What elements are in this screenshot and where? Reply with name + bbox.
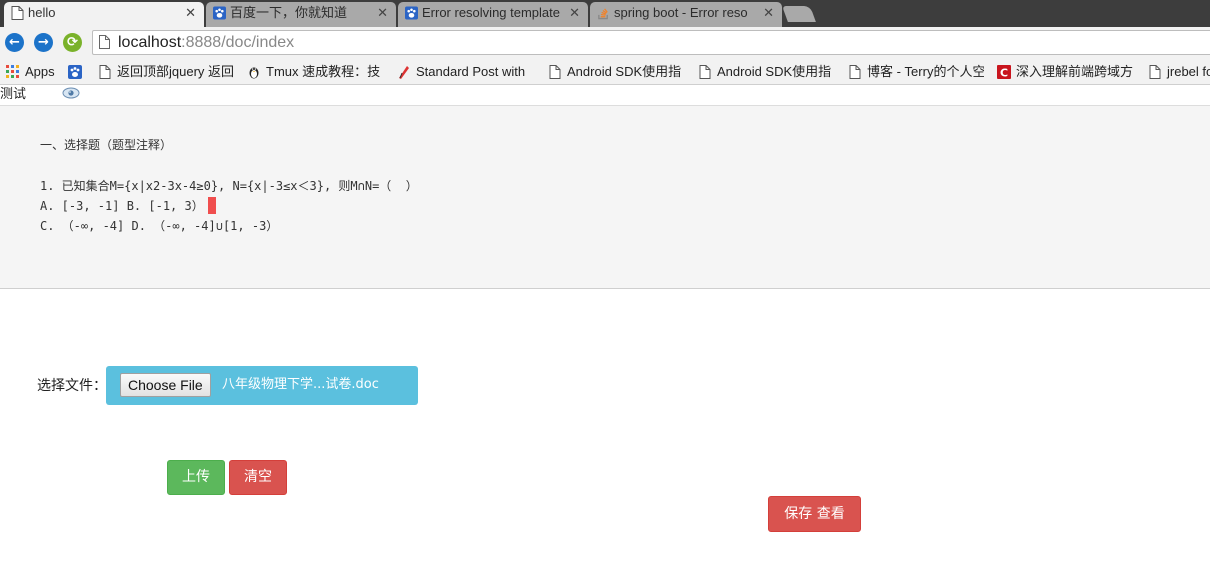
tux-icon	[249, 67, 259, 79]
bookmark-android-sdk-1[interactable]: Android SDK使用指	[548, 61, 684, 83]
section-heading: 一、选择题（题型注释）	[40, 138, 173, 152]
bookmark-jquery[interactable]: 返回顶部jquery 返回	[98, 61, 236, 83]
tab-title: 百度一下，你就知道	[230, 5, 348, 20]
page-nav: 测试	[0, 85, 1210, 105]
bookmark-apps[interactable]: Apps	[6, 61, 61, 83]
new-tab-button[interactable]	[782, 6, 816, 22]
close-icon[interactable]: ✕	[185, 2, 196, 24]
bookmark-label: Standard Post with	[416, 64, 526, 79]
selected-file-name: 八年级物理下学...试卷.doc	[222, 377, 379, 392]
svg-text:C: C	[1000, 67, 1008, 80]
forward-button[interactable]: →	[34, 33, 53, 52]
tab-title: Error resolving template	[422, 5, 560, 20]
close-icon[interactable]: ✕	[569, 2, 580, 24]
stackoverflow-icon	[598, 8, 608, 20]
page-icon	[1149, 65, 1161, 79]
bookmark-jrebel[interactable]: jrebel fo	[1148, 61, 1210, 83]
baidu-paw-icon	[405, 6, 418, 20]
tab-baidu[interactable]: 百度一下，你就知道 ✕	[206, 2, 396, 27]
nav-link-test[interactable]: 测试	[0, 85, 26, 105]
baidu-paw-icon	[68, 65, 82, 79]
bookmark-tmux[interactable]: Tmux 速成教程：技	[247, 61, 383, 83]
page-icon	[11, 6, 24, 20]
text-cursor-highlight	[208, 197, 216, 214]
bookmarks-bar: Apps 返回顶部jquery 返回 Tmux 速成教程：技 Standard …	[0, 59, 1210, 85]
browser-toolbar: ← → ⟳ localhost:8888/doc/index	[0, 27, 1210, 59]
page-icon	[549, 65, 561, 79]
apps-grid-icon	[6, 65, 19, 78]
bookmark-terry-blog[interactable]: 博客 - Terry的个人空	[848, 61, 984, 83]
file-input[interactable]: Choose File 八年级物理下学...试卷.doc	[106, 366, 418, 405]
close-icon[interactable]: ✕	[763, 2, 774, 24]
url-path: :8888/doc/index	[181, 34, 295, 51]
reload-icon: ⟳	[67, 35, 78, 50]
arrow-right-icon: →	[38, 35, 49, 50]
save-view-button[interactable]: 保存 查看	[768, 496, 861, 532]
page-icon	[849, 65, 861, 79]
bookmark-cross-domain[interactable]: C 深入理解前端跨域方	[997, 61, 1135, 83]
bookmark-label: Tmux 速成教程：技	[266, 64, 381, 79]
options-cd: C. （-∞, -4] D. （-∞, -4]∪[1, -3）	[40, 219, 279, 233]
bookmark-label: Apps	[25, 64, 55, 79]
address-bar[interactable]: localhost:8888/doc/index	[92, 30, 1210, 55]
bookmark-label: 博客 - Terry的个人空	[867, 64, 984, 79]
bookmark-label: Android SDK使用指	[717, 64, 832, 79]
page-icon	[99, 35, 110, 49]
tab-strip: hello ✕ 百度一下，你就知道 ✕ Error resolving temp…	[0, 0, 1210, 27]
bookmark-label: 返回顶部jquery 返回	[117, 64, 235, 79]
url-host: localhost	[118, 34, 182, 51]
document-preview: 一、选择题（题型注释） 1. 已知集合M={x|x2-3x-4≥0}, N={x…	[0, 105, 1210, 289]
baidu-paw-icon	[213, 6, 226, 20]
tab-hello[interactable]: hello ✕	[4, 2, 204, 27]
page-icon	[99, 65, 111, 79]
bookmark-android-sdk-2[interactable]: Android SDK使用指	[698, 61, 834, 83]
bookmark-label: jrebel fo	[1167, 64, 1210, 79]
file-label: 选择文件：	[37, 378, 107, 394]
tab-title: spring boot - Error reso	[614, 5, 748, 20]
url-text: localhost:8888/doc/index	[118, 31, 294, 54]
eye-icon[interactable]	[62, 87, 80, 99]
back-button[interactable]: ←	[5, 33, 24, 52]
options-ab: A. [-3, -1] B. [-1, 3）	[40, 199, 204, 213]
choose-file-button[interactable]: Choose File	[120, 373, 211, 397]
csdn-icon: C	[997, 65, 1011, 79]
close-icon[interactable]: ✕	[377, 2, 388, 24]
bookmark-label: 深入理解前端跨域方	[1016, 64, 1134, 79]
reload-button[interactable]: ⟳	[63, 33, 82, 52]
tab-title: hello	[28, 5, 56, 20]
bookmark-standard-post[interactable]: Standard Post with	[397, 61, 533, 83]
bookmark-label: Android SDK使用指	[567, 64, 682, 79]
arrow-left-icon: ←	[9, 35, 20, 50]
tab-spring-boot[interactable]: spring boot - Error reso ✕	[590, 2, 782, 27]
page-icon	[699, 65, 711, 79]
clear-button[interactable]: 清空	[229, 460, 287, 495]
upload-button[interactable]: 上传	[167, 460, 225, 495]
standard-post-icon	[399, 66, 409, 79]
tab-error-resolving[interactable]: Error resolving template ✕	[398, 2, 588, 27]
question-text: 1. 已知集合M={x|x2-3x-4≥0}, N={x|-3≤x＜3}, 则M…	[40, 179, 418, 193]
bookmark-baidu[interactable]	[68, 61, 88, 83]
